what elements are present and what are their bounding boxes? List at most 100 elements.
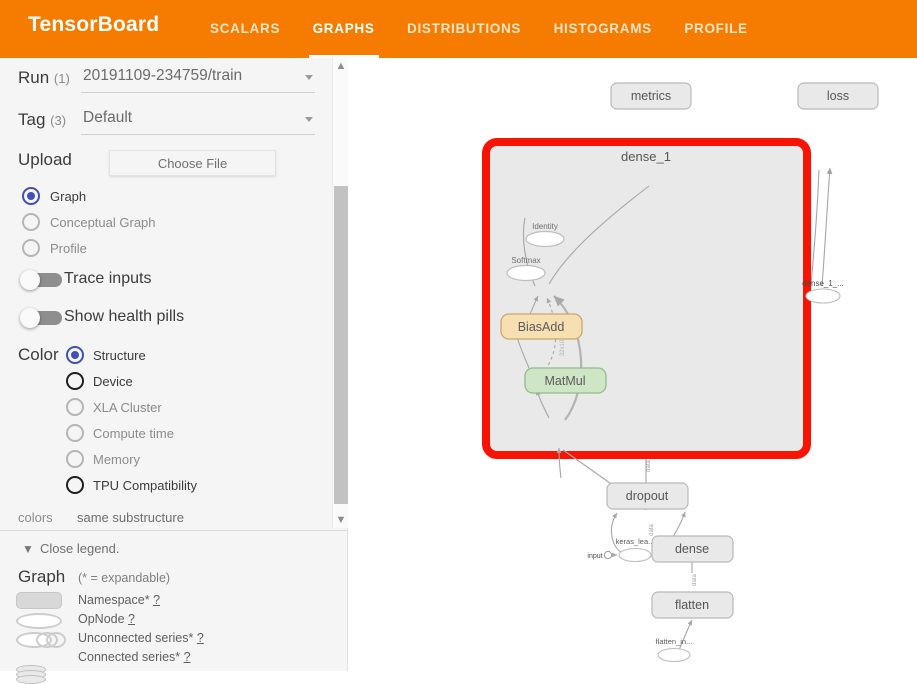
sidebar-scroll-region: Run (1) 20191109-234759/train Tag (3) De…	[0, 58, 332, 528]
legend-item-opnode: OpNode ?	[78, 612, 135, 626]
tag-selector[interactable]: Default	[81, 108, 315, 135]
legend-item-namespace: Namespace* ?	[78, 593, 160, 607]
node-loss-label: loss	[827, 89, 849, 103]
help-icon[interactable]: ?	[184, 650, 191, 664]
tab-bar: SCALARS GRAPHS DISTRIBUTIONS HISTOGRAMS …	[196, 0, 762, 58]
toggle-knob	[20, 308, 40, 328]
tag-label: Tag (3)	[18, 110, 67, 129]
radio-color-memory[interactable]	[66, 450, 84, 468]
radio-color-device[interactable]	[66, 372, 84, 390]
radio-color-compute-time-label: Compute time	[93, 426, 174, 441]
legend-item-connected-series-label: Connected series*	[78, 650, 181, 664]
node-flatten-input-label: flatten_in...	[656, 637, 693, 646]
legend-item-unconnected-series: Unconnected series* ?	[78, 631, 204, 645]
top-navigation-bar: TensorBoard SCALARS GRAPHS DISTRIBUTIONS…	[0, 0, 917, 58]
radio-color-tpu-compatibility[interactable]	[66, 476, 84, 494]
legend-note: (* = expandable)	[78, 571, 171, 585]
radio-color-memory-label: Memory	[93, 452, 140, 467]
run-label: Run (1)	[18, 68, 70, 87]
help-icon[interactable]: ?	[197, 631, 204, 645]
node-input-label: input	[587, 553, 602, 560]
toggle-show-health-pills[interactable]	[18, 308, 62, 328]
run-count: (1)	[53, 71, 70, 86]
tab-graphs[interactable]: GRAPHS	[299, 0, 389, 58]
node-input-port[interactable]: input	[587, 550, 618, 560]
radio-color-tpu-compatibility-label: TPU Compatibility	[93, 478, 198, 493]
help-icon[interactable]: ?	[153, 593, 160, 607]
show-health-pills-label: Show health pills	[64, 308, 185, 325]
radio-graph-label: Graph	[50, 189, 87, 204]
radio-graph[interactable]	[22, 187, 40, 205]
upload-label: Upload	[18, 150, 72, 169]
sidebar-scrollbar[interactable]: ▲ ▼	[332, 58, 348, 528]
node-softmax[interactable]: Softmax	[506, 256, 546, 282]
node-dropout[interactable]: dropout	[606, 482, 689, 510]
node-loss[interactable]: loss	[797, 82, 879, 110]
node-dropout-label: dropout	[626, 489, 669, 503]
node-keras-lea[interactable]: keras_lea...	[616, 537, 655, 563]
scroll-down-icon[interactable]: ▼	[333, 512, 349, 528]
control-sidebar: Run (1) 20191109-234759/train Tag (3) De…	[0, 58, 348, 684]
node-dense1-ref-label: dense_1_...	[802, 279, 844, 288]
colors-value: same substructure	[77, 510, 184, 525]
radio-color-compute-time[interactable]	[66, 424, 84, 442]
unconnected-series-swatch-icon	[16, 632, 68, 648]
edge-label-data: data	[646, 460, 652, 472]
radio-color-xla-cluster-label: XLA Cluster	[93, 400, 162, 415]
node-flatten-input[interactable]: flatten_in...	[656, 637, 693, 663]
connected-series-swatch-icon	[16, 665, 50, 684]
legend-item-opnode-label: OpNode	[78, 612, 125, 626]
legend-item-namespace-label: Namespace*	[78, 593, 150, 607]
tensorboard-app: TensorBoard SCALARS GRAPHS DISTRIBUTIONS…	[0, 0, 917, 684]
help-icon[interactable]: ?	[128, 612, 135, 626]
colors-key: colors	[18, 510, 53, 525]
node-metrics[interactable]: metrics	[610, 82, 692, 110]
trace-inputs-label: Trace inputs	[64, 270, 152, 287]
scrollbar-thumb[interactable]	[334, 186, 348, 504]
run-selector[interactable]: 20191109-234759/train	[81, 66, 315, 93]
node-keras-lea-label: keras_lea...	[616, 537, 655, 546]
radio-profile[interactable]	[22, 239, 40, 257]
toggle-knob	[20, 270, 40, 290]
tab-scalars[interactable]: SCALARS	[196, 0, 294, 58]
tab-distributions[interactable]: DISTRIBUTIONS	[393, 0, 535, 58]
namespace-swatch-icon	[16, 592, 62, 609]
edge-label-tensor-shape: 32x10	[560, 339, 566, 356]
edge-label-data: data	[692, 574, 698, 586]
scroll-up-icon[interactable]: ▲	[333, 58, 349, 74]
chevron-down-icon	[305, 117, 313, 122]
node-dense[interactable]: dense	[651, 535, 734, 563]
radio-profile-label: Profile	[50, 241, 87, 256]
close-legend-label: Close legend.	[40, 541, 120, 556]
graph-canvas[interactable]: 32x10 32x10 metrics loss dense_1 Identit…	[349, 58, 917, 671]
radio-conceptual-graph[interactable]	[22, 213, 40, 231]
chevron-down-icon	[305, 75, 313, 80]
radio-conceptual-graph-label: Conceptual Graph	[50, 215, 156, 230]
chevron-down-icon: ▼	[22, 542, 34, 556]
node-biasadd[interactable]: BiasAdd	[500, 313, 583, 340]
legend-item-unconnected-series-label: Unconnected series*	[78, 631, 194, 645]
toggle-trace-inputs[interactable]	[18, 270, 62, 290]
node-matmul[interactable]: MatMul	[524, 367, 607, 394]
node-biasadd-label: BiasAdd	[518, 320, 565, 334]
tab-profile[interactable]: PROFILE	[670, 0, 761, 58]
dense1-highlight-frame[interactable]	[482, 138, 811, 459]
graph-svg: 32x10 32x10 metrics loss dense_1 Identit…	[482, 82, 879, 663]
color-label: Color	[18, 345, 59, 364]
opnode-swatch-icon	[16, 613, 62, 629]
radio-color-xla-cluster[interactable]	[66, 398, 84, 416]
tag-count: (3)	[50, 113, 67, 128]
choose-file-button[interactable]: Choose File	[109, 150, 276, 176]
node-flatten-label: flatten	[675, 598, 709, 612]
node-dense1-label: dense_1	[621, 149, 671, 164]
radio-color-structure[interactable]	[66, 346, 84, 364]
node-softmax-label: Softmax	[511, 256, 540, 265]
tab-histograms[interactable]: HISTOGRAMS	[540, 0, 666, 58]
node-metrics-label: metrics	[631, 89, 671, 103]
tag-value: Default	[83, 109, 133, 126]
node-dense-label: dense	[675, 542, 709, 556]
node-flatten[interactable]: flatten	[651, 591, 734, 619]
legend-title: Graph	[18, 567, 66, 586]
radio-color-device-label: Device	[93, 374, 133, 389]
app-title: TensorBoard	[28, 13, 160, 36]
